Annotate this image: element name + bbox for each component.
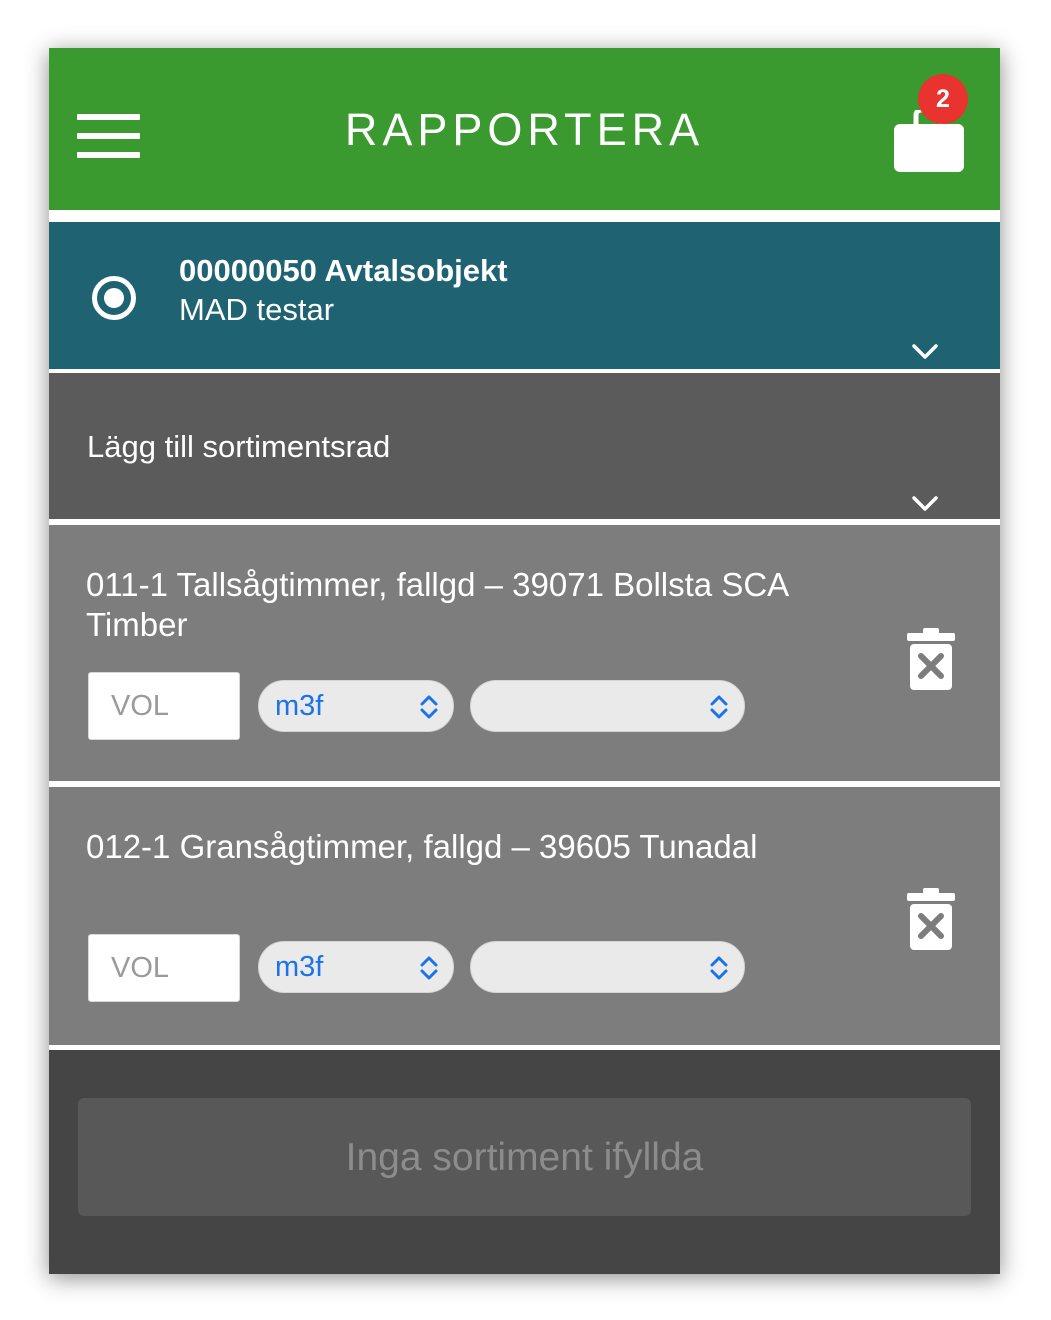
up-down-arrows-icon	[420, 695, 438, 719]
object-title: 00000050 Avtalsobjekt	[179, 253, 508, 288]
item-title: 011-1 Tallsågtimmer, fallgd – 39071 Boll…	[86, 566, 788, 643]
app-screen: RAPPORTERA 2 00000050 Avtalsobjekt MAD t…	[49, 48, 1000, 1274]
page-title: RAPPORTERA	[344, 104, 705, 155]
add-assortment-row[interactable]: Lägg till sortimentsrad	[49, 373, 1000, 519]
radio-selected-icon	[92, 276, 136, 320]
object-selector[interactable]: 00000050 Avtalsobjekt MAD testar	[49, 222, 1000, 369]
up-down-arrows-icon	[420, 956, 438, 980]
list-item: 012-1 Gransågtimmer, fallgd – 39605 Tuna…	[49, 787, 1000, 1045]
up-down-arrows-icon	[710, 695, 728, 719]
trash-icon[interactable]	[907, 888, 955, 950]
submit-button[interactable]: Inga sortiment ifyllda	[78, 1098, 971, 1216]
unit-select[interactable]: m3f	[258, 941, 454, 993]
chevron-down-icon	[912, 344, 938, 359]
trash-icon[interactable]	[907, 628, 955, 690]
object-subtitle: MAD testar	[179, 292, 335, 327]
app-header: RAPPORTERA 2	[49, 48, 1000, 210]
item-title: 012-1 Gransågtimmer, fallgd – 39605 Tuna…	[86, 828, 758, 865]
unit-select-value: m3f	[275, 951, 324, 983]
cart-count-badge: 2	[918, 74, 968, 124]
footer: Inga sortiment ifyllda	[49, 1050, 1000, 1274]
secondary-select[interactable]	[470, 680, 745, 732]
unit-select[interactable]: m3f	[258, 680, 454, 732]
volume-input[interactable]	[88, 672, 240, 740]
secondary-select[interactable]	[470, 941, 745, 993]
add-row-label: Lägg till sortimentsrad	[87, 429, 391, 464]
chevron-down-icon	[912, 496, 938, 511]
divider	[49, 210, 1000, 222]
volume-input[interactable]	[88, 934, 240, 1002]
up-down-arrows-icon	[710, 956, 728, 980]
unit-select-value: m3f	[275, 690, 324, 722]
list-item: 011-1 Tallsågtimmer, fallgd – 39071 Boll…	[49, 525, 1000, 781]
